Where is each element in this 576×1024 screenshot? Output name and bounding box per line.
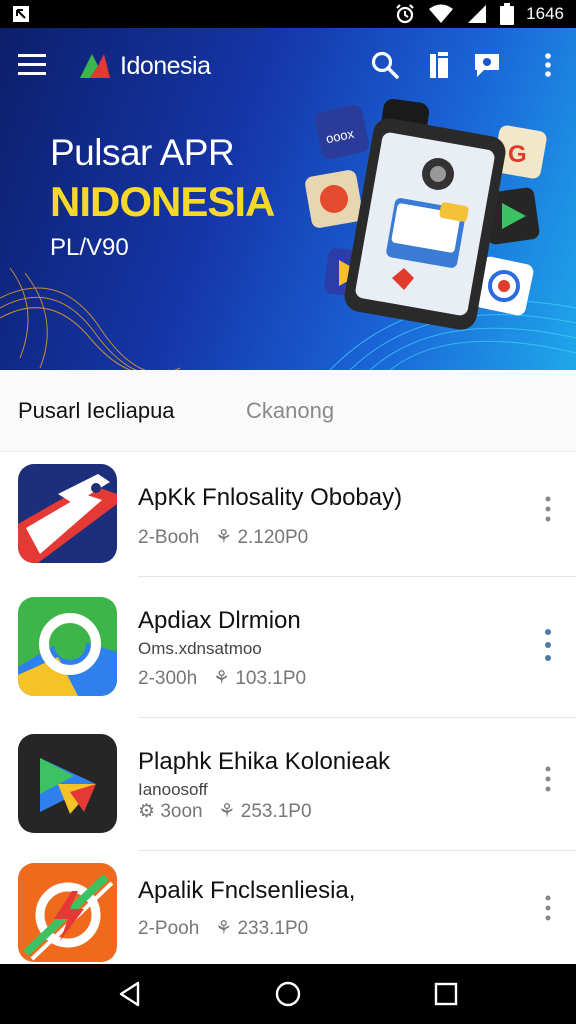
price-tag-icon: ⚘ (204, 527, 238, 548)
ring-app-icon (18, 597, 117, 696)
bolt-app-icon (18, 863, 117, 962)
price-tag-icon: ⚘ (207, 801, 241, 822)
more-vert-icon[interactable] (540, 494, 556, 524)
app-meta: 2-Booh ⚘ 2.120P0 (138, 526, 308, 549)
app-name: Apalik Fnclsenliesia, (138, 877, 356, 904)
status-time: 1646 (526, 4, 564, 23)
app-name: ApKk Fnlosality Obobay) (138, 484, 403, 511)
app-meta: 2-Pooh ⚘ 233.1P0 (138, 917, 308, 940)
more-vert-icon[interactable] (540, 893, 556, 923)
search-icon[interactable] (370, 50, 400, 80)
system-nav-bar (0, 964, 576, 1024)
play-app-icon (18, 734, 117, 833)
price-tag-icon: ⚘ (204, 918, 238, 939)
home-icon[interactable] (274, 980, 302, 1008)
menu-icon[interactable] (18, 52, 48, 78)
notification-icon (13, 6, 29, 22)
battery-icon (500, 3, 515, 25)
bookmark-icon[interactable] (424, 50, 454, 80)
app-developer: Oms.xdnsatmoo (138, 639, 262, 658)
more-vert-icon[interactable] (540, 764, 556, 794)
app-size: 3oon (160, 801, 203, 822)
divider (138, 717, 576, 718)
tab-ranking[interactable]: Ckanong (246, 398, 334, 424)
tab-featured[interactable]: Pusarl Iecliapua (18, 398, 175, 424)
app-name: Apdiax Dlrmion (138, 607, 301, 634)
app-downloads: 233.1P0 (237, 918, 309, 939)
alarm-icon (396, 4, 414, 24)
signal-icon (468, 5, 487, 23)
hero-title-highlight: NIDONESIA (50, 178, 275, 225)
brand-name: Idonesia (120, 52, 211, 80)
price-tag-icon: ⚘ (202, 668, 236, 689)
divider (138, 850, 576, 851)
app-size: 2-Pooh (138, 918, 200, 939)
status-bar: 1646 (0, 0, 576, 28)
plane-app-icon (18, 464, 117, 563)
app-downloads: 2.120P0 (237, 527, 309, 548)
app-meta: 2-300h ⚘ 103.1P0 (138, 667, 306, 690)
wifi-icon (429, 4, 454, 23)
tab-bar: Pusarl Iecliapua Ckanong (0, 370, 576, 452)
app-downloads: 253.1P0 (240, 801, 312, 822)
more-vert-icon[interactable] (540, 50, 556, 80)
svg-text:G: G (508, 141, 527, 168)
app-meta: ⚙ 3oon ⚘ 253.1P0 (138, 800, 312, 823)
brand-logo-icon (80, 54, 110, 78)
chat-icon[interactable] (472, 50, 502, 80)
recents-icon[interactable] (432, 980, 460, 1008)
app-downloads: 103.1P0 (235, 668, 307, 689)
more-vert-icon[interactable] (540, 627, 556, 663)
hero-banner: ooox G Idonesia Pulsar APR NIDONESIA PL/… (0, 28, 576, 370)
app-name: Plaphk Ehika Kolonieak (138, 748, 391, 775)
back-icon[interactable] (116, 980, 144, 1008)
app-size: 2-300h (138, 668, 198, 689)
app-toolbar: Idonesia (0, 28, 576, 102)
hero-subtitle: PL/V90 (50, 234, 129, 261)
divider (138, 576, 576, 577)
app-developer: Ianoosoff (138, 780, 208, 799)
hero-title: Pulsar APR (50, 132, 235, 173)
clock-icon: ⚙ (138, 801, 161, 822)
app-list: ApKk Fnlosality Obobay) 2-Booh ⚘ 2.120P0… (0, 452, 576, 964)
app-size: 2-Booh (138, 527, 200, 548)
